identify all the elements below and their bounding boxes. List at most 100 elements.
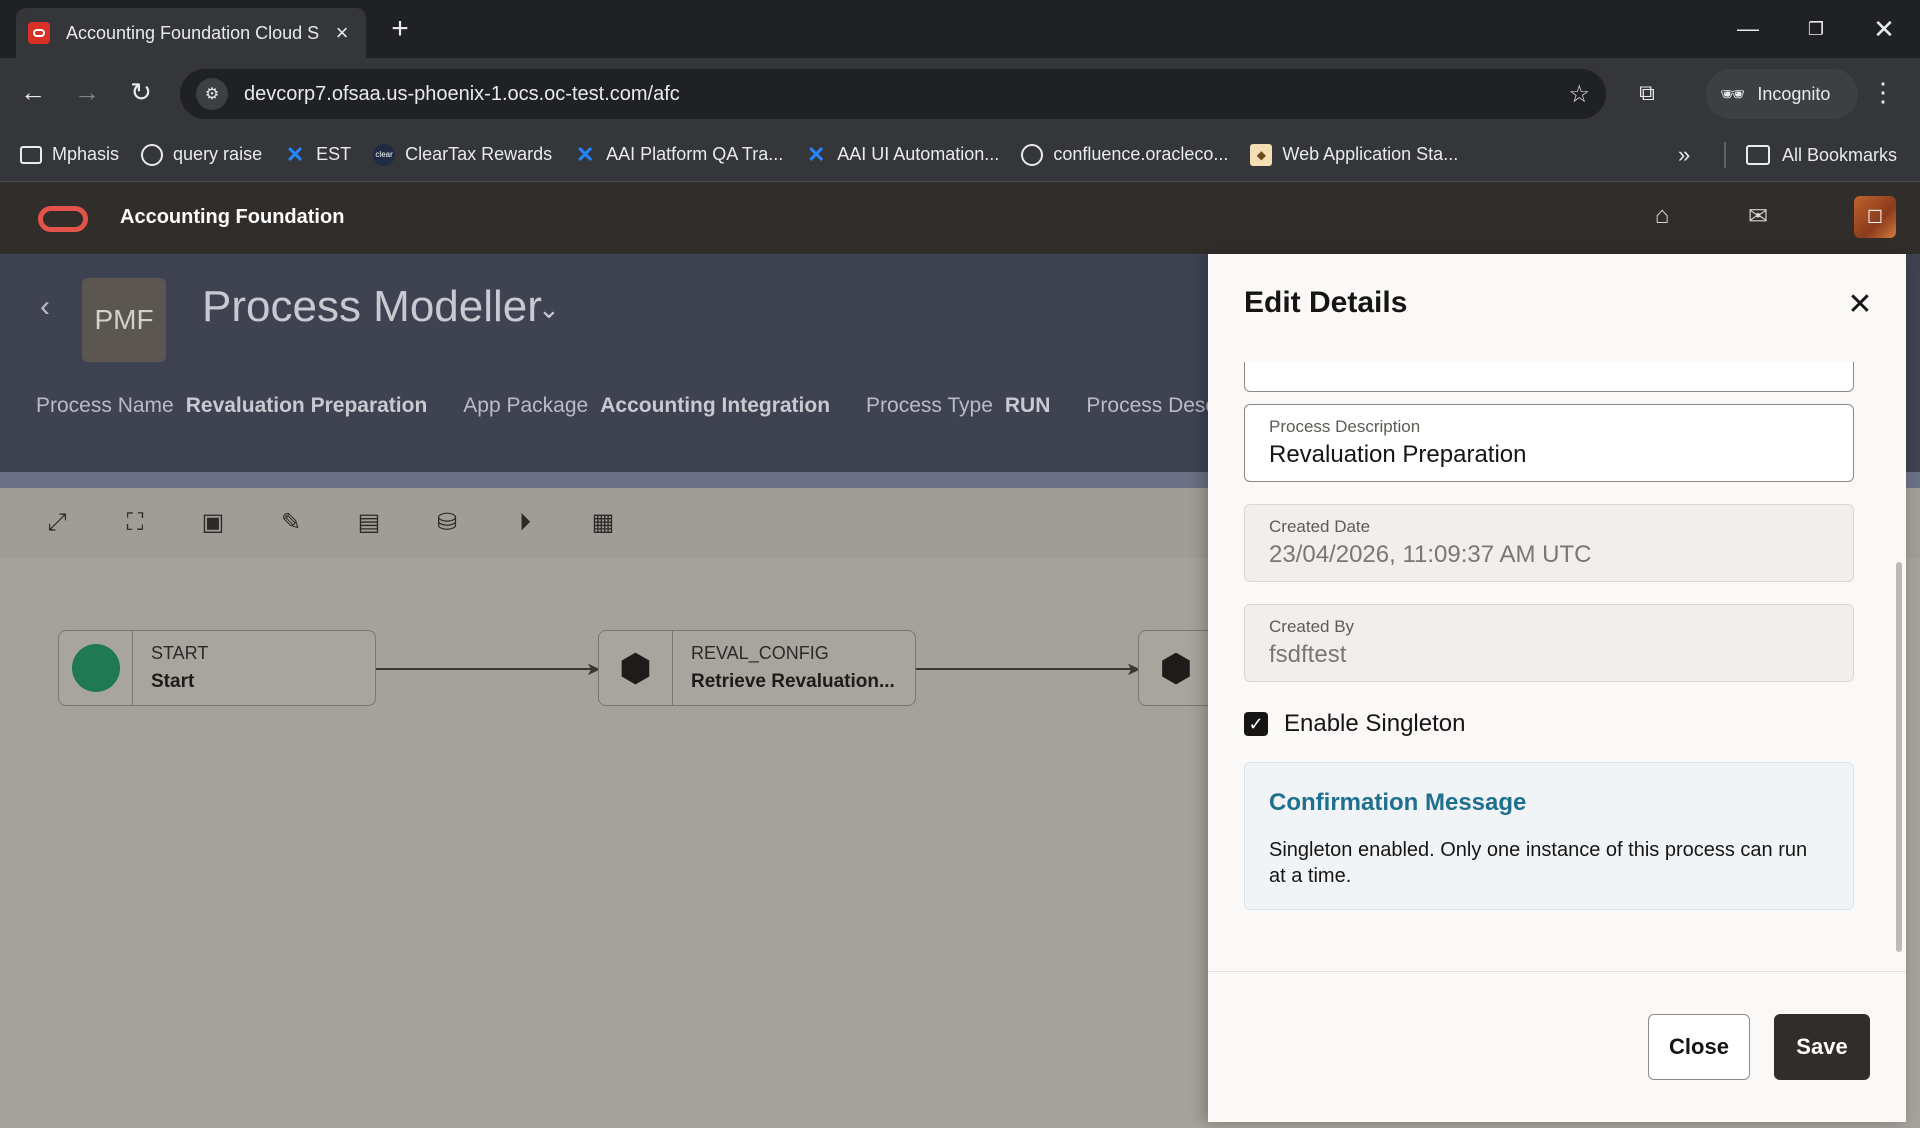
bookmark-label: AAI Platform QA Tra... [606,144,784,164]
process-node-next[interactable]: ⬢ [1138,630,1218,706]
flow-edge [916,668,1134,670]
field-label: Process Description [1269,417,1421,436]
database-icon[interactable]: ⛁ [430,506,464,540]
globe-icon [141,143,164,166]
picture-in-picture-icon[interactable]: ▣ [196,506,230,540]
close-button[interactable]: Close [1648,1014,1750,1080]
node-code: REVAL_CONFIG [691,643,829,663]
restore-icon[interactable]: ❐ [1796,14,1836,46]
process-meta: Process Name Revaluation Preparation App… [36,394,1262,418]
field-value: fsdftest [1269,641,1347,668]
play-icon[interactable]: ⏵ [508,506,542,540]
field-value: 23/04/2026, 11:09:37 AM UTC [1269,541,1592,568]
reload-icon[interactable]: ↻ [124,76,158,110]
close-icon[interactable]: ✕ [1842,288,1878,324]
confirmation-text: Singleton enabled. Only one instance of … [1269,839,1808,887]
bookmark-aai-platform[interactable]: ✕ AAI Platform QA Tra... [574,141,784,167]
node-code: START [151,643,209,663]
field-label: Created By [1269,617,1355,636]
fit-to-screen-icon[interactable]: ⛶ [118,506,152,540]
bookmark-mphasis[interactable]: Mphasis [20,144,119,165]
browser-menu-icon[interactable]: ⋮ [1866,76,1900,110]
save-button[interactable]: Save [1774,1014,1870,1080]
bookmark-label: query raise [173,144,263,164]
created-by-field: Created By fsdftest [1244,604,1854,682]
process-node-start[interactable]: START Start [58,630,376,706]
drawer-title: Edit Details [1244,286,1408,319]
scrollbar[interactable] [1896,362,1904,972]
browser-tab[interactable]: Accounting Foundation Cloud S × [16,8,366,58]
tab-close-icon[interactable]: × [330,20,354,46]
incognito-indicator[interactable]: 🕶 Incognito [1706,69,1858,119]
cube-icon: ⬢ [1159,647,1193,690]
app-header: Accounting Foundation ⌂ ✉ ☐ [0,182,1920,254]
incognito-label: Incognito [1757,83,1831,104]
new-tab-icon[interactable]: + [382,12,418,48]
tab-title: Accounting Foundation Cloud S [66,22,320,43]
scroll-thumb[interactable] [1896,562,1902,952]
checkbox-label[interactable]: Enable Singleton [1284,710,1465,738]
all-bookmarks-button[interactable]: All Bookmarks [1746,128,1897,182]
start-circle-icon [59,631,133,705]
webapp-icon: ◆ [1250,143,1273,166]
process-type-label: Process Type [866,394,993,417]
forward-arrow-icon[interactable]: → [70,76,104,110]
document-icon[interactable]: ▤ [352,506,386,540]
checkmark-icon[interactable]: ✓ [1244,712,1268,736]
bookmark-label: ClearTax Rewards [405,144,553,164]
drawer-body[interactable]: Process Description Revaluation Preparat… [1208,362,1906,972]
site-info-icon[interactable]: ⚙ [196,78,228,110]
url-text[interactable]: devcorp7.ofsaa.us-phoenix-1.ocs.oc-test.… [244,83,1568,106]
bookmark-cleartax[interactable]: clear ClearTax Rewards [373,143,553,166]
home-icon[interactable]: ⌂ [1648,202,1676,230]
confirmation-message: Confirmation Message Singleton enabled. … [1244,762,1854,910]
process-node-reval-config[interactable]: ⬢ REVAL_CONFIG Retrieve Revaluation... [598,630,916,706]
chevron-down-icon[interactable]: ⌄ [538,294,560,325]
all-bookmarks-label: All Bookmarks [1782,144,1898,165]
user-avatar-icon[interactable]: ☐ [1854,196,1896,238]
folder-icon [1746,145,1770,165]
cleartax-icon: clear [373,143,396,166]
app-title: Accounting Foundation [120,206,345,228]
minimize-icon[interactable]: — [1728,14,1768,46]
expand-icon[interactable]: ⤢ [40,506,74,540]
process-type-value: RUN [1004,394,1051,417]
back-arrow-icon[interactable]: ← [16,76,50,110]
mail-icon[interactable]: ✉ [1744,202,1772,230]
address-bar[interactable]: ⚙ devcorp7.ofsaa.us-phoenix-1.ocs.oc-tes… [180,69,1606,119]
process-description-field[interactable]: Process Description Revaluation Preparat… [1244,404,1854,482]
field-value[interactable]: Revaluation Preparation [1269,441,1829,469]
flow-edge [376,668,594,670]
back-chevron-icon[interactable]: ‹ [30,290,60,330]
node-name: Retrieve Revaluation... [691,671,895,692]
bookmark-web-app[interactable]: ◆ Web Application Sta... [1250,143,1459,166]
browser-tab-bar: Accounting Foundation Cloud S × + — ❐ ✕ [0,0,1920,58]
enable-singleton-checkbox[interactable]: ✓ Enable Singleton [1244,710,1465,738]
confluence-icon: ✕ [575,141,595,167]
confluence-icon: ✕ [285,141,305,167]
folder-icon [20,145,42,164]
bookmark-star-icon[interactable]: ☆ [1568,80,1590,109]
bookmark-label: EST [316,144,352,164]
process-name-label: Process Name [36,394,174,417]
bookmark-query-raise[interactable]: query raise [141,143,263,166]
partial-field[interactable] [1244,362,1854,392]
bookmark-label: confluence.oracleco... [1053,144,1229,164]
confluence-icon: ✕ [807,141,826,167]
bookmark-confluence[interactable]: confluence.oracleco... [1021,143,1229,166]
more-bookmarks-icon[interactable]: » [1678,142,1690,168]
oracle-favicon-icon [28,22,50,44]
globe-icon [1021,143,1044,166]
window-close-icon[interactable]: ✕ [1864,14,1904,46]
page-title[interactable]: Process Modeller [202,282,542,332]
bookmark-label: Web Application Sta... [1282,144,1459,164]
oracle-logo-icon[interactable] [38,206,88,232]
cube-icon: ⬢ [599,631,673,705]
edit-details-drawer: Edit Details ✕ Process Description Reval… [1208,254,1906,1122]
confirmation-title: Confirmation Message [1269,789,1527,816]
pencil-icon[interactable]: ✎ [274,506,308,540]
search-tab-icon[interactable]: ⧉ [1630,76,1664,110]
calendar-icon[interactable]: ▦ [586,506,620,540]
bookmark-est[interactable]: ✕ EST [284,141,352,167]
bookmark-aai-ui[interactable]: ✕ AAI UI Automation... [805,141,999,167]
